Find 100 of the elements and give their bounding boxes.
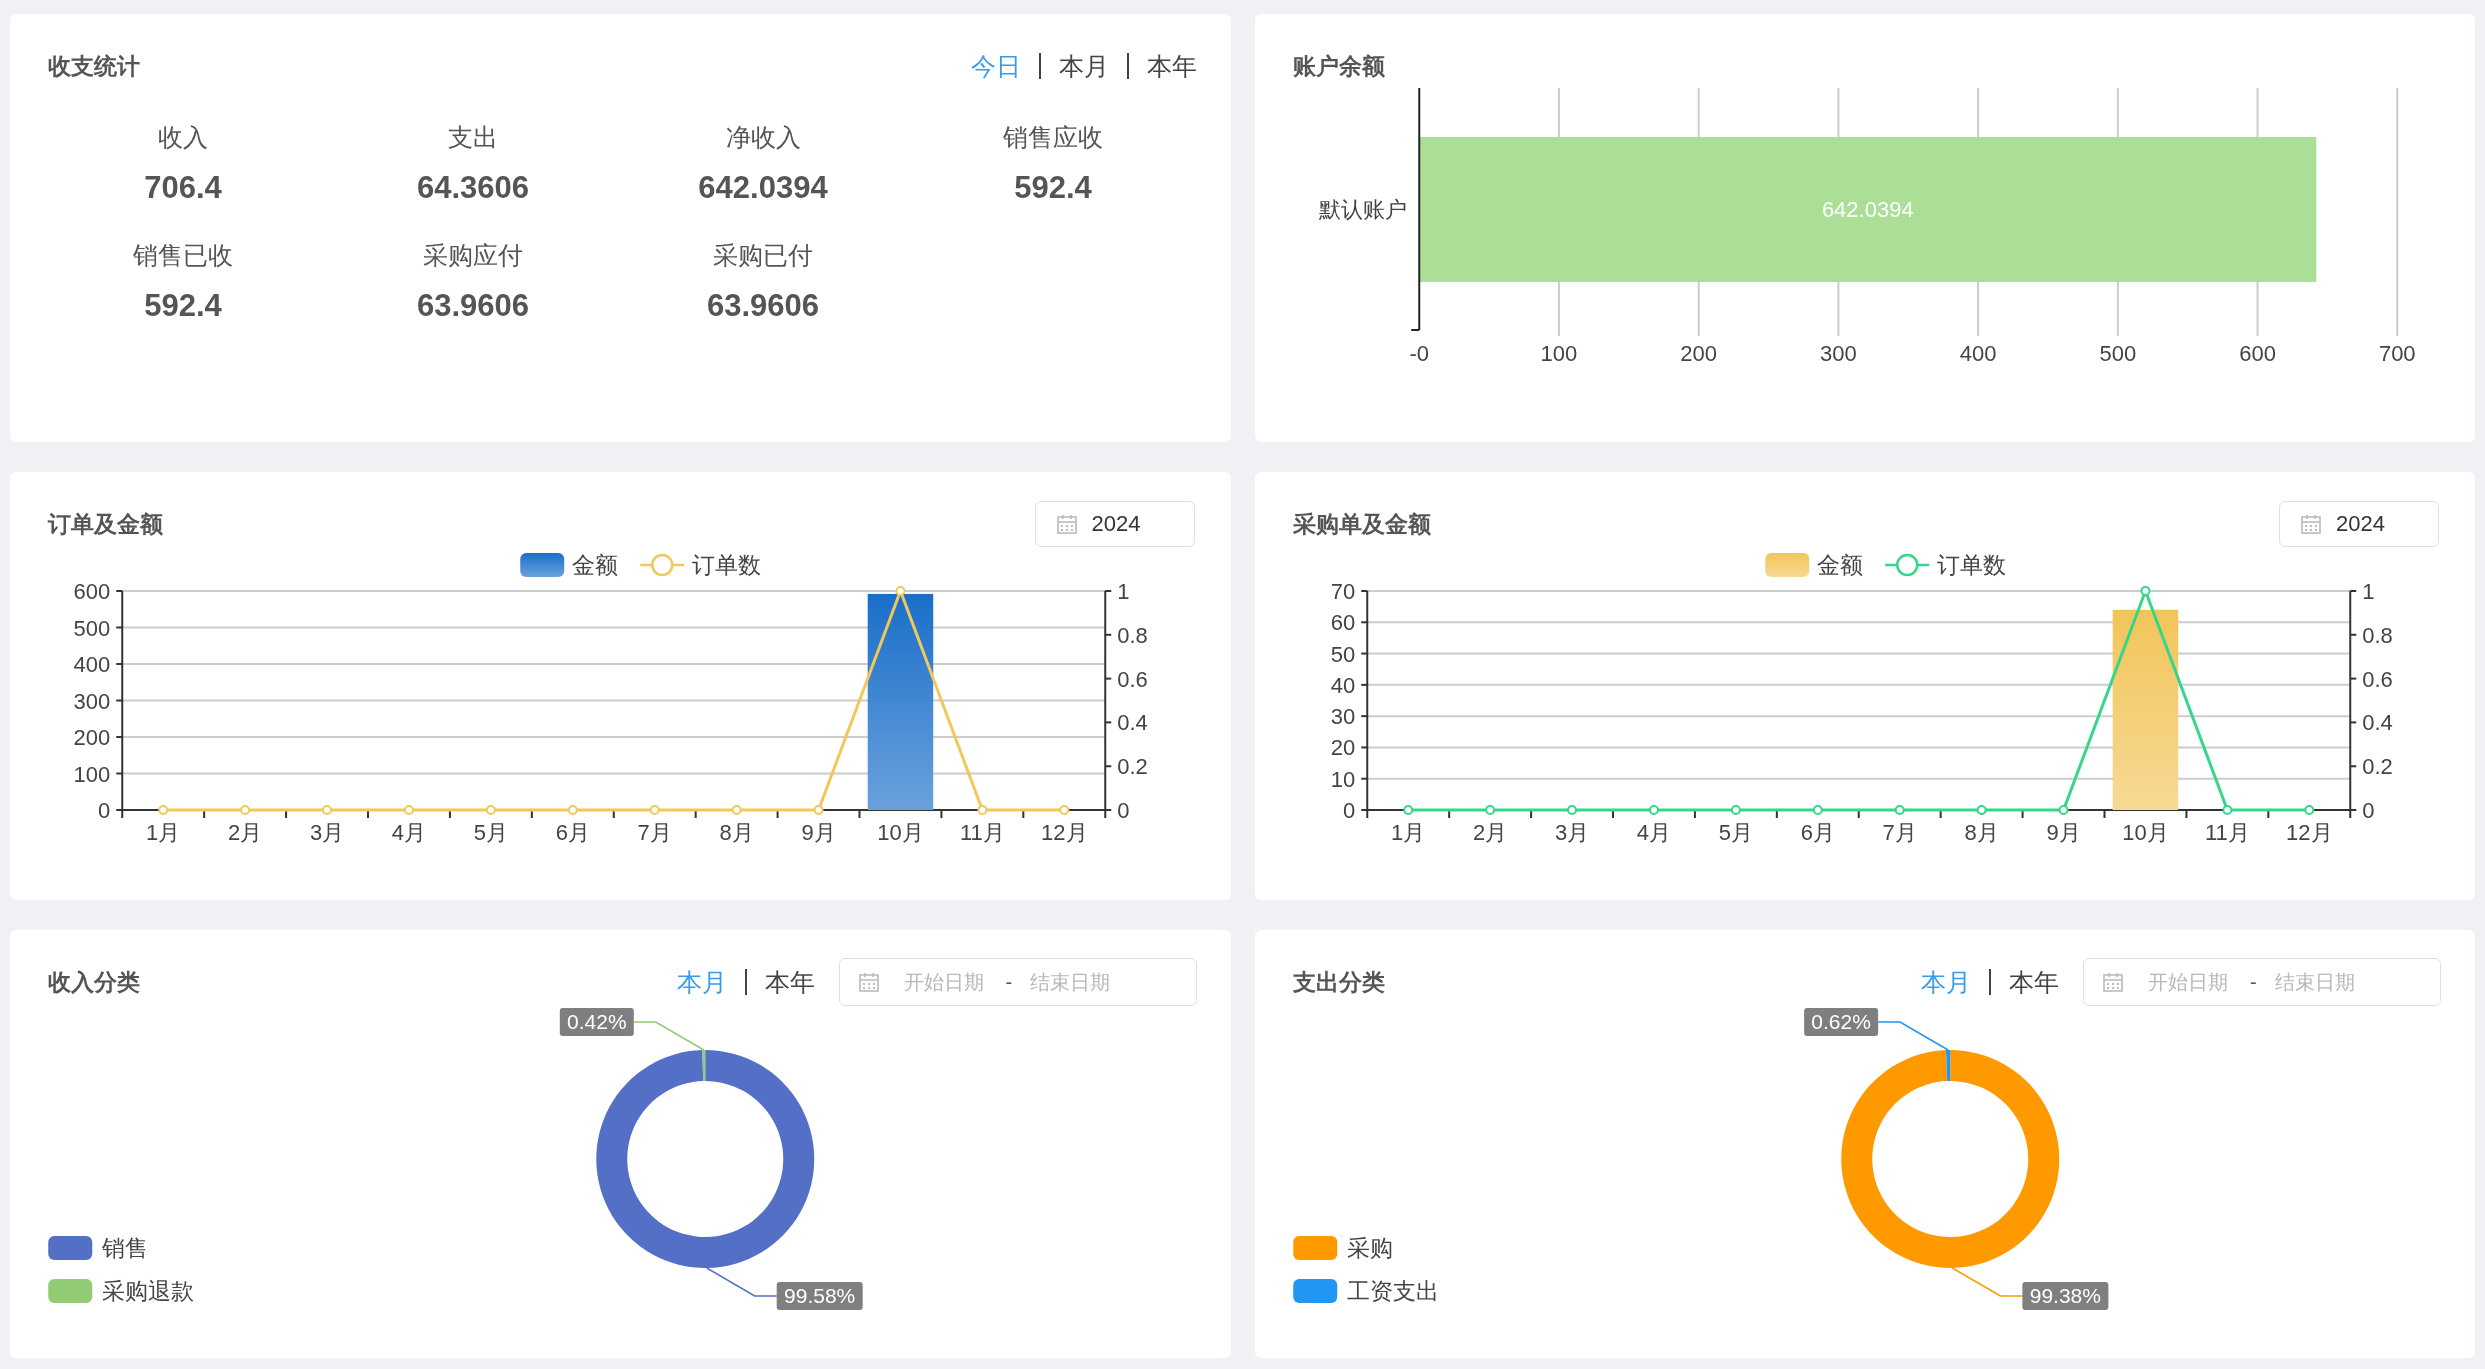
axis-label: -0 [1408, 341, 1429, 366]
axis-label: 0.2 [2361, 754, 2393, 780]
axis-label: 1 [2361, 579, 2374, 604]
axis-label: 8月 [1964, 820, 1999, 845]
data-point [649, 805, 660, 815]
period-tab[interactable]: 本年 [764, 965, 815, 999]
stat-label: 净收入 [725, 122, 801, 152]
data-point [567, 805, 578, 815]
axis-label: 0.8 [1117, 622, 1148, 648]
axis-label: 11月 [2204, 820, 2250, 845]
axis-label: 60 [1330, 610, 1355, 636]
axis-label: 0.6 [1117, 666, 1148, 692]
data-label: 642.0394 [1821, 197, 1914, 222]
legend-label: 订单数 [1936, 552, 2006, 578]
stat-label: 收入 [158, 122, 208, 152]
legend-swatch [1292, 1236, 1337, 1260]
year-picker[interactable]: 2024 [1034, 501, 1195, 547]
data-point [322, 805, 333, 815]
axis-label: 0 [98, 798, 111, 823]
axis-label: 300 [73, 688, 111, 714]
data-point [1894, 805, 1905, 815]
panel-title: 支出分类 [1292, 967, 1385, 997]
legend-label: 销售 [102, 1235, 149, 1261]
axis-label: 12月 [1041, 820, 1088, 845]
value-label: 0.62% [1803, 1008, 1878, 1037]
axis-label: 700 [2378, 341, 2416, 366]
axis-label: 5月 [1718, 820, 1753, 845]
leader-line [633, 1021, 705, 1051]
axis-label: 0 [2361, 798, 2374, 823]
axis-label: 0.2 [1117, 754, 1148, 780]
stat-label: 销售应收 [1003, 122, 1103, 152]
data-point [240, 805, 251, 815]
legend-swatch [1884, 553, 1929, 577]
axis-label: 10月 [2121, 820, 2169, 845]
year-picker[interactable]: 2024 [2279, 501, 2439, 547]
axis-label: 1 [1117, 579, 1130, 604]
data-point [1648, 805, 1659, 815]
axis-label: 70 [1330, 579, 1355, 604]
data-point [731, 805, 742, 815]
data-point [1730, 805, 1741, 815]
stat-label: 支出 [448, 122, 498, 152]
data-point [977, 805, 988, 815]
stat-value: 642.0394 [698, 169, 828, 207]
axis-label: 0.4 [1117, 710, 1148, 736]
axis-label: 0.6 [2361, 666, 2393, 692]
axis-label: 0.8 [2361, 622, 2393, 648]
period-tab[interactable]: 本年 [1146, 49, 1197, 83]
legend-label: 金额 [572, 552, 619, 578]
stat-value: 706.4 [144, 169, 222, 207]
axis-label: 500 [73, 615, 111, 641]
stat-value: 592.4 [1014, 169, 1092, 207]
axis-label: 1月 [1390, 820, 1425, 845]
calendar-icon [2300, 513, 2322, 535]
axis-label: 10月 [877, 820, 924, 845]
period-tab[interactable]: 本年 [2009, 965, 2059, 999]
data-point [1566, 805, 1577, 815]
axis-label: 默认账户 [1318, 197, 1407, 222]
data-point [2139, 586, 2150, 596]
date-range-field[interactable]: 开始日期 - 结束日期 [838, 958, 1197, 1006]
axis-label: 2月 [228, 820, 263, 845]
date-range-field[interactable]: 开始日期 - 结束日期 [2083, 958, 2441, 1006]
stat-label: 采购应付 [423, 240, 523, 270]
stat-value: 63.9606 [416, 287, 530, 325]
range-separator: - [1005, 970, 1013, 994]
legend-swatch [1292, 1279, 1337, 1303]
axis-label: 6月 [555, 820, 590, 845]
panel-title: 收入分类 [48, 967, 140, 997]
axis-label: 400 [73, 652, 111, 677]
end-date-placeholder: 结束日期 [1030, 969, 1111, 995]
axis-label: 3月 [1554, 820, 1589, 845]
panel-title: 收支统计 [48, 51, 140, 81]
legend-label: 金额 [1816, 552, 1863, 578]
leader-line [1951, 1267, 2023, 1297]
panel-title: 账户余额 [1292, 51, 1385, 81]
data-label: 0.42% [567, 1010, 627, 1034]
axis-label: 2月 [1472, 820, 1507, 845]
axis-label: 400 [1959, 341, 1996, 366]
axis-label: 50 [1330, 641, 1355, 667]
axis-label: 0 [1117, 798, 1130, 823]
axis-label: 11月 [959, 820, 1005, 845]
axis-label: 7月 [1882, 820, 1917, 845]
axis-label: 20 [1330, 735, 1355, 761]
legend-swatch [48, 1279, 93, 1303]
calendar-icon [857, 971, 880, 993]
axis-label: 4月 [391, 820, 427, 845]
axis-label: 200 [73, 725, 111, 750]
start-date-placeholder: 开始日期 [2148, 969, 2228, 995]
data-point [895, 586, 906, 596]
axis-label: 100 [1540, 341, 1577, 366]
axis-label: 200 [1679, 341, 1717, 366]
axis-label: 300 [1819, 341, 1857, 366]
data-point [2221, 805, 2232, 815]
stat-value: 63.9606 [706, 287, 820, 325]
data-point [1484, 805, 1495, 815]
stat-label: 采购已付 [713, 240, 813, 270]
stat-value: 592.4 [144, 287, 222, 325]
period-tab[interactable]: 本月 [1058, 49, 1109, 83]
axis-label: 3月 [309, 820, 345, 845]
axis-label: 30 [1330, 704, 1355, 730]
stat-label: 销售已收 [133, 240, 233, 270]
